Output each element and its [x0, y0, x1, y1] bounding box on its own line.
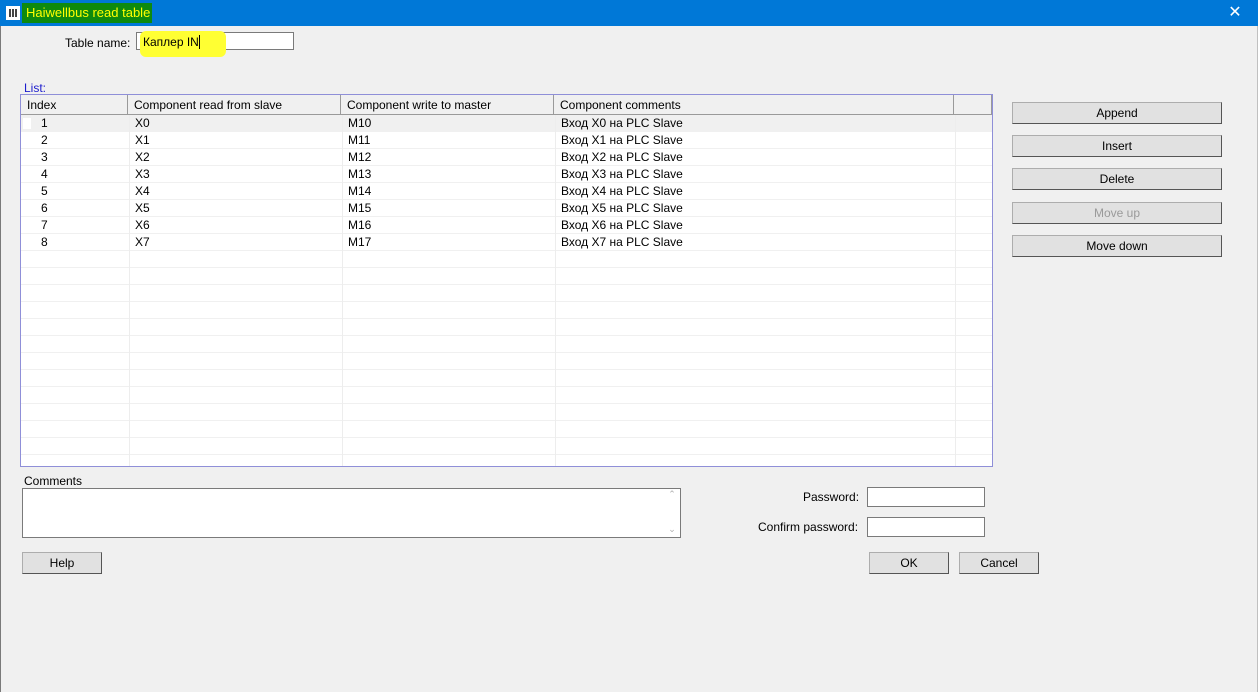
cell-read[interactable]: X2: [135, 149, 150, 166]
table-row-empty[interactable]: [21, 336, 992, 353]
table-row-empty[interactable]: [21, 370, 992, 387]
move-down-button[interactable]: Move down: [1012, 235, 1222, 257]
list-label: List:: [24, 81, 47, 95]
insert-button[interactable]: Insert: [1012, 135, 1222, 157]
scroll-down-icon[interactable]: ⌄: [664, 524, 680, 535]
column-header-filler: [954, 95, 992, 115]
app-icon: [6, 6, 20, 20]
cell-read[interactable]: X7: [135, 234, 150, 251]
column-header-write[interactable]: Component write to master: [341, 95, 554, 115]
table-row-empty[interactable]: [21, 251, 992, 268]
cell-comment[interactable]: Вход X2 на PLC Slave: [561, 149, 683, 166]
table-row-empty[interactable]: [21, 421, 992, 438]
table-row[interactable]: 6 X5 M15 Вход X5 на PLC Slave: [21, 200, 992, 217]
table-row[interactable]: 3 X2 M12 Вход X2 на PLC Slave: [21, 149, 992, 166]
cell-index[interactable]: 4: [41, 166, 48, 183]
cell-write[interactable]: M14: [348, 183, 371, 200]
cell-read[interactable]: X5: [135, 200, 150, 217]
move-up-button: Move up: [1012, 202, 1222, 224]
column-header-comments[interactable]: Component comments: [554, 95, 954, 115]
cell-comment[interactable]: Вход X6 на PLC Slave: [561, 217, 683, 234]
cell-read[interactable]: X1: [135, 132, 150, 149]
cell-index[interactable]: 5: [41, 183, 48, 200]
column-header-index[interactable]: Index: [21, 95, 128, 115]
cell-comment[interactable]: Вход X1 на PLC Slave: [561, 132, 683, 149]
table-row-empty[interactable]: [21, 404, 992, 421]
column-header-read[interactable]: Component read from slave: [128, 95, 341, 115]
password-input[interactable]: [867, 487, 985, 507]
comments-textarea[interactable]: ⌃ ⌄: [22, 488, 681, 538]
table-name-label: Table name:: [65, 36, 131, 50]
table-row-empty[interactable]: [21, 302, 992, 319]
close-icon[interactable]: ✕: [1212, 0, 1258, 26]
cell-index[interactable]: 1: [41, 115, 48, 132]
table-row[interactable]: 8 X7 M17 Вход X7 на PLC Slave: [21, 234, 992, 251]
cell-index[interactable]: 3: [41, 149, 48, 166]
cell-read[interactable]: X6: [135, 217, 150, 234]
cell-write[interactable]: M13: [348, 166, 371, 183]
cell-write[interactable]: M16: [348, 217, 371, 234]
cell-comment[interactable]: Вход X5 на PLC Slave: [561, 200, 683, 217]
cell-index[interactable]: 8: [41, 234, 48, 251]
table-row-empty[interactable]: [21, 438, 992, 455]
table-name-value[interactable]: Каплер IN: [143, 35, 199, 49]
cell-read[interactable]: X4: [135, 183, 150, 200]
ok-button[interactable]: OK: [869, 552, 949, 574]
confirm-password-label: Confirm password:: [758, 520, 859, 534]
component-grid[interactable]: Index Component read from slave Componen…: [20, 94, 993, 467]
append-button[interactable]: Append: [1012, 102, 1222, 124]
table-row-empty[interactable]: [21, 285, 992, 302]
scroll-up-icon[interactable]: ⌃: [664, 489, 680, 500]
window-title: Haiwellbus read table: [26, 5, 151, 20]
table-row[interactable]: 1 X0 M10 Вход X0 на PLC Slave: [21, 115, 992, 132]
cell-index[interactable]: 6: [41, 200, 48, 217]
cell-write[interactable]: M12: [348, 149, 371, 166]
cell-comment[interactable]: Вход X4 на PLC Slave: [561, 183, 683, 200]
text-caret: [199, 35, 200, 49]
cancel-button[interactable]: Cancel: [959, 552, 1039, 574]
help-button[interactable]: Help: [22, 552, 102, 574]
table-row[interactable]: 4 X3 M13 Вход X3 на PLC Slave: [21, 166, 992, 183]
cell-comment[interactable]: Вход X3 на PLC Slave: [561, 166, 683, 183]
table-row[interactable]: 5 X4 M14 Вход X4 на PLC Slave: [21, 183, 992, 200]
cell-comment[interactable]: Вход X0 на PLC Slave: [561, 115, 683, 132]
table-row-empty[interactable]: [21, 319, 992, 336]
confirm-password-input[interactable]: [867, 517, 985, 537]
grid-column-divider: [955, 115, 956, 466]
cell-index[interactable]: 2: [41, 132, 48, 149]
table-row[interactable]: 2 X1 M11 Вход X1 на PLC Slave: [21, 132, 992, 149]
cell-index[interactable]: 7: [41, 217, 48, 234]
table-row-empty[interactable]: [21, 268, 992, 285]
table-row[interactable]: 7 X6 M16 Вход X6 на PLC Slave: [21, 217, 992, 234]
comments-scrollbar[interactable]: ⌃ ⌄: [664, 489, 680, 537]
cell-write[interactable]: M15: [348, 200, 371, 217]
title-bar: Haiwellbus read table ✕: [0, 0, 1258, 26]
grid-column-divider: [555, 115, 556, 466]
cell-write[interactable]: M11: [348, 132, 370, 149]
cell-read[interactable]: X3: [135, 166, 150, 183]
table-row-empty[interactable]: [21, 455, 992, 466]
password-label: Password:: [803, 490, 860, 504]
window-edge-left: [0, 26, 1, 692]
row-indicator: [23, 118, 31, 129]
table-row-empty[interactable]: [21, 353, 992, 370]
table-row-empty[interactable]: [21, 387, 992, 404]
cell-read[interactable]: X0: [135, 115, 150, 132]
comments-label: Comments: [24, 474, 83, 488]
delete-button[interactable]: Delete: [1012, 168, 1222, 190]
grid-column-divider: [342, 115, 343, 466]
cell-write[interactable]: M10: [348, 115, 371, 132]
grid-column-divider: [129, 115, 130, 466]
cell-comment[interactable]: Вход X7 на PLC Slave: [561, 234, 683, 251]
cell-write[interactable]: M17: [348, 234, 371, 251]
